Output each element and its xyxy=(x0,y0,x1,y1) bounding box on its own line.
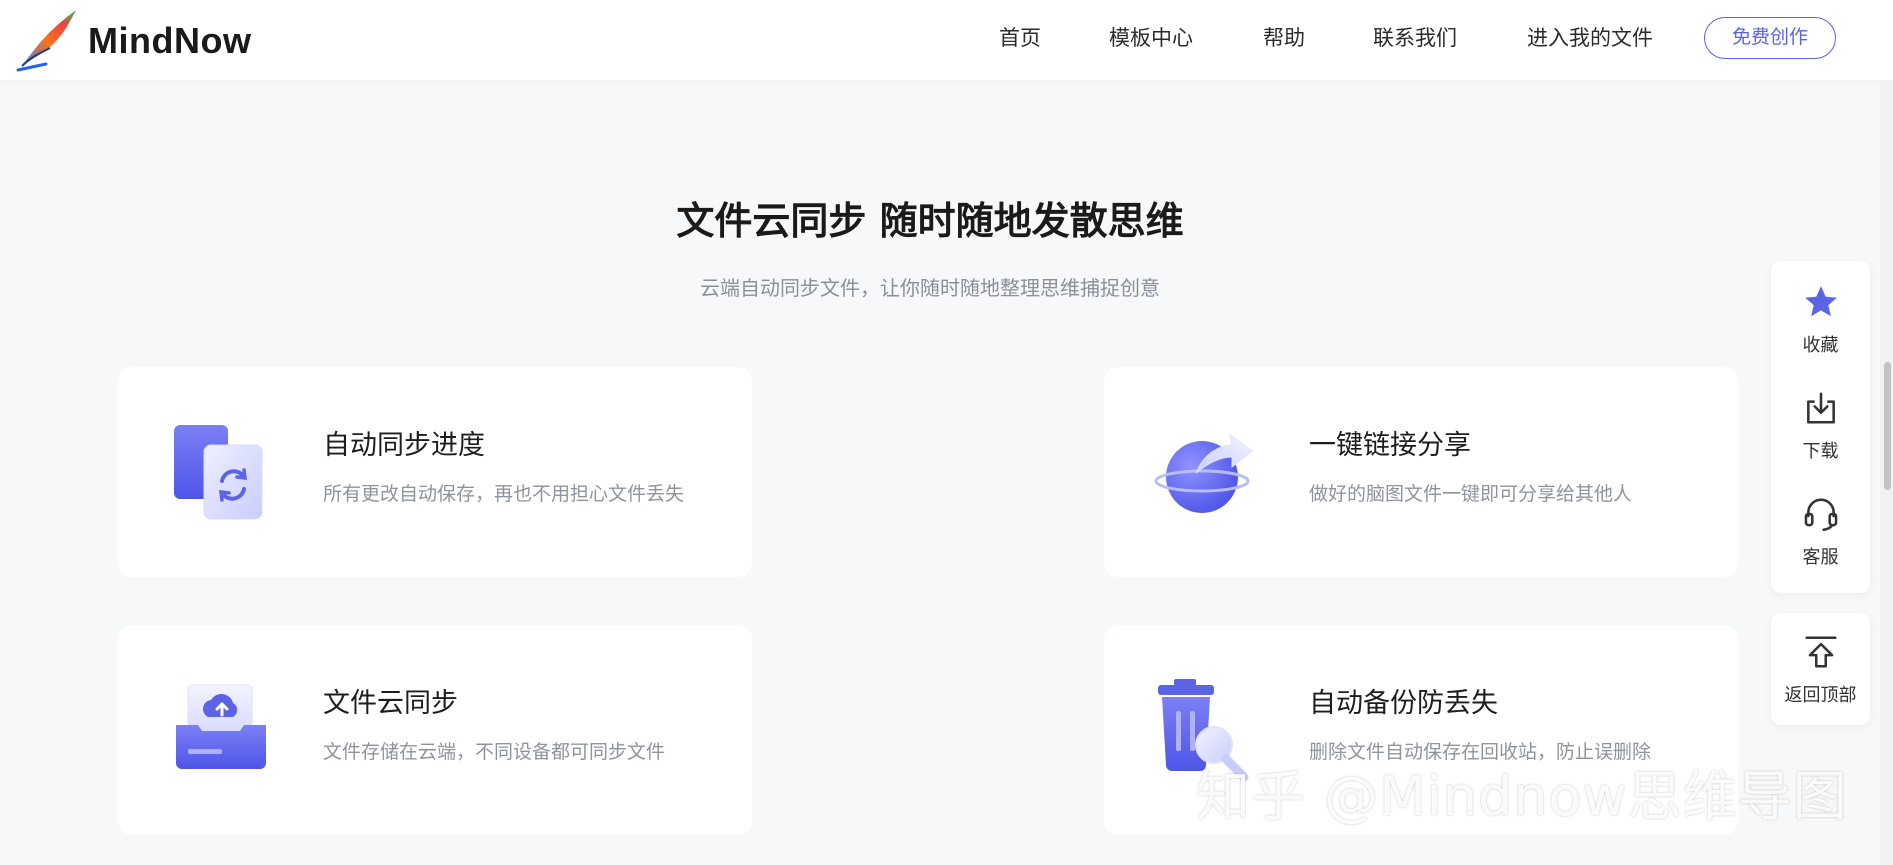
feature-card-link-share: 一键链接分享 做好的脑图文件一键即可分享给其他人 xyxy=(1104,367,1738,577)
brand-name[interactable]: MindNow xyxy=(88,20,251,62)
back-to-top-button[interactable]: 返回顶部 xyxy=(1771,633,1870,707)
floating-side-panel: 收藏 下载 客服 xyxy=(1771,261,1870,593)
mindnow-logo-icon[interactable] xyxy=(16,6,82,72)
feature-title: 自动同步进度 xyxy=(323,430,485,461)
feature-title: 文件云同步 xyxy=(323,688,458,719)
feature-card-auto-sync: 自动同步进度 所有更改自动保存，再也不用担心文件丢失 xyxy=(118,367,752,577)
cloud-upload-icon xyxy=(176,684,266,769)
feature-card-cloud-sync: 文件云同步 文件存储在云端，不同设备都可同步文件 xyxy=(118,625,752,835)
feature-title: 一键链接分享 xyxy=(1309,430,1471,461)
star-icon xyxy=(1804,286,1837,317)
nav-my-files[interactable]: 进入我的文件 xyxy=(1527,22,1653,52)
customer-service-label: 客服 xyxy=(1802,547,1839,568)
feature-title: 自动备份防丢失 xyxy=(1309,688,1498,719)
feature-desc: 文件存储在云端，不同设备都可同步文件 xyxy=(323,741,666,763)
back-to-top-panel: 返回顶部 xyxy=(1771,613,1870,725)
nav-contact[interactable]: 联系我们 xyxy=(1373,22,1457,52)
sync-files-icon xyxy=(174,425,263,520)
headset-icon xyxy=(1804,498,1837,532)
download-label: 下载 xyxy=(1802,441,1839,462)
back-to-top-label: 返回顶部 xyxy=(1784,685,1857,706)
scrollbar-thumb[interactable] xyxy=(1884,362,1891,490)
download-icon xyxy=(1806,392,1835,424)
customer-service-button[interactable]: 客服 xyxy=(1771,495,1870,569)
feature-desc: 做好的脑图文件一键即可分享给其他人 xyxy=(1309,483,1633,505)
share-globe-icon xyxy=(1154,433,1253,513)
nav-help[interactable]: 帮助 xyxy=(1263,22,1305,52)
section-subtitle: 云端自动同步文件，让你随时随地整理思维捕捉创意 xyxy=(700,276,1160,300)
nav-home[interactable]: 首页 xyxy=(999,22,1041,52)
free-create-button[interactable]: 免费创作 xyxy=(1704,17,1836,59)
back-to-top-icon xyxy=(1804,636,1837,668)
watermark-text: 知乎 @Mindnow思维导图 xyxy=(1196,765,1848,828)
favorite-button[interactable]: 收藏 xyxy=(1771,283,1870,357)
download-button[interactable]: 下载 xyxy=(1771,389,1870,463)
feature-desc: 所有更改自动保存，再也不用担心文件丢失 xyxy=(323,483,685,505)
favorite-label: 收藏 xyxy=(1802,335,1839,356)
nav-templates[interactable]: 模板中心 xyxy=(1109,22,1193,52)
section-title: 文件云同步 随时随地发散思维 xyxy=(676,199,1184,243)
top-header: MindNow 首页 模板中心 帮助 联系我们 进入我的文件 免费创作 xyxy=(0,0,1893,80)
